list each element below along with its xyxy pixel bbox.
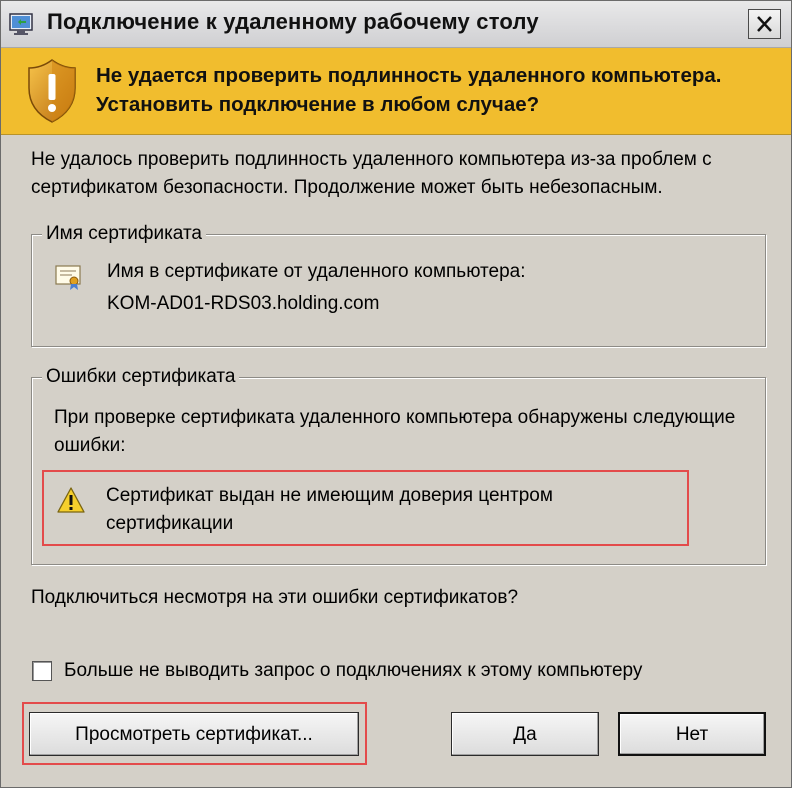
certificate-name-label: Имя в сертификате от удаленного компьюте… [107,261,526,282]
banner-heading: Не удается проверить подлинность удаленн… [96,64,722,116]
connect-question: Подключиться несмотря на эти ошибки серт… [31,587,519,608]
certificate-icon [55,265,81,290]
errors-intro-text: При проверке сертификата удаленного комп… [54,407,736,456]
yes-button[interactable]: Да [451,712,599,756]
intro-text: Не удалось проверить подлинность удаленн… [31,149,712,198]
warning-icon [57,487,85,513]
close-icon [757,16,772,32]
dont-ask-checkbox[interactable] [32,661,52,681]
certificate-name-value: KOM-AD01-RDS03.holding.com [107,293,380,314]
error-item-highlight: Сертификат выдан не имеющим доверия цент… [42,470,689,546]
no-button[interactable]: Нет [618,712,766,756]
view-certificate-button[interactable]: Просмотреть сертификат... [29,712,359,756]
close-button[interactable] [748,9,781,39]
certificate-errors-group: Ошибки сертификата При проверке сертифик… [31,366,766,565]
error-item-text: Сертификат выдан не имеющим доверия цент… [106,485,553,534]
certificate-errors-legend: Ошибки сертификата [42,366,240,388]
rdp-warning-dialog: Подключение к удаленному рабочему столу … [0,0,792,788]
certificate-name-legend: Имя сертификата [42,223,206,245]
remote-desktop-icon [9,13,33,35]
security-shield-icon [28,59,76,123]
certificate-name-group: Имя сертификата Имя в сертификате от уда… [31,223,766,347]
dont-ask-label[interactable]: Больше не выводить запрос о подключениях… [64,660,642,682]
window-title: Подключение к удаленному рабочему столу [47,9,539,34]
title-bar[interactable]: Подключение к удаленному рабочему столу [1,1,791,48]
warning-banner: Не удается проверить подлинность удаленн… [1,48,791,135]
